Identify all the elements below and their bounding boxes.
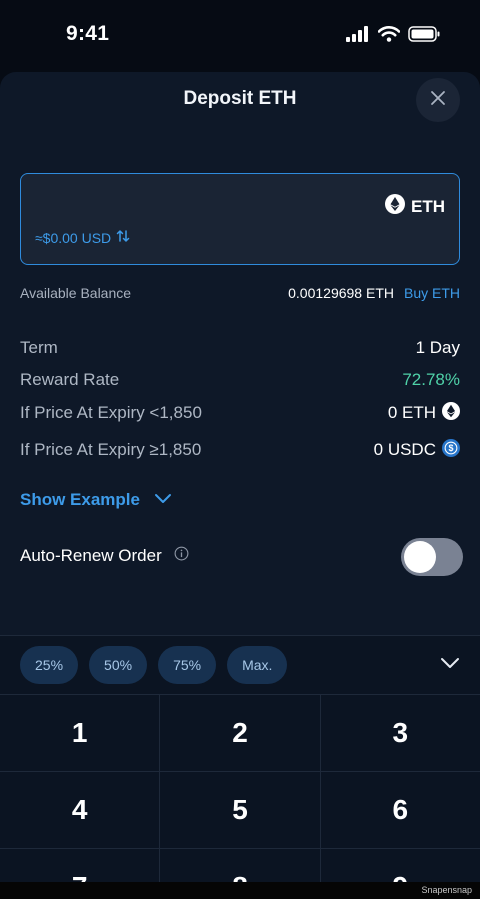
term-value: 1 Day: [415, 338, 460, 357]
battery-icon: [408, 26, 440, 47]
expiry-above-row: If Price At Expiry ≥1,850 0 USDC $: [20, 438, 460, 462]
key-6[interactable]: 6: [321, 772, 480, 848]
close-icon: [430, 90, 446, 111]
asset-label: ETH: [411, 196, 445, 216]
asset-chip: ETH: [385, 194, 445, 219]
auto-renew-switch[interactable]: [401, 538, 463, 576]
max-button[interactable]: Max.: [227, 646, 288, 684]
buy-eth-link[interactable]: Buy ETH: [404, 285, 460, 301]
term-label: Term: [20, 338, 58, 357]
percent-25-button[interactable]: 25%: [20, 646, 79, 684]
key-4[interactable]: 4: [0, 772, 161, 848]
watermark: Snapensnap: [421, 885, 472, 895]
reward-rate-row: Reward Rate 72.78%: [20, 368, 460, 392]
term-row: Term 1 Day: [20, 336, 460, 360]
auto-renew-row: Auto-Renew Order: [20, 538, 463, 576]
key-1[interactable]: 1: [0, 695, 161, 771]
switch-knob: [404, 541, 436, 573]
percent-75-button[interactable]: 75%: [158, 646, 217, 684]
keypad-row: 4 5 6: [0, 772, 480, 849]
info-icon[interactable]: [174, 546, 189, 566]
key-3[interactable]: 3: [321, 695, 480, 771]
percent-buttons: 25% 50% 75% Max.: [20, 646, 288, 684]
balance-label: Available Balance: [20, 285, 132, 301]
usdc-icon: $: [442, 438, 460, 462]
ethereum-icon: [442, 401, 460, 425]
wifi-icon: [377, 26, 401, 47]
signal-icon: [346, 26, 370, 47]
auto-renew-label: Auto-Renew Order: [20, 546, 162, 565]
status-bar: 9:41: [0, 0, 480, 72]
amount-input[interactable]: ETH ≈$0.00 USD: [20, 173, 460, 265]
collapse-keypad-button[interactable]: [438, 654, 462, 676]
key-2[interactable]: 2: [160, 695, 321, 771]
keypad-row: 1 2 3: [0, 695, 480, 772]
expiry-above-value: 0 USDC: [373, 440, 436, 459]
expiry-above-label: If Price At Expiry ≥1,850: [20, 440, 202, 459]
percent-50-button[interactable]: 50%: [89, 646, 148, 684]
watermark-bar: Snapensnap: [0, 882, 480, 899]
sheet-title: Deposit ETH: [183, 88, 297, 109]
expiry-below-label: If Price At Expiry <1,850: [20, 403, 202, 422]
svg-text:$: $: [448, 443, 453, 453]
status-time: 9:41: [66, 22, 110, 45]
chevron-down-icon: [154, 490, 172, 510]
chevron-down-icon: [440, 656, 460, 674]
expiry-below-value: 0 ETH: [387, 403, 436, 422]
show-example-toggle[interactable]: Show Example: [20, 490, 172, 510]
expiry-below-row: If Price At Expiry <1,850 0 ETH: [20, 401, 460, 425]
balance-value: 0.00129698 ETH: [288, 285, 394, 301]
status-icons: [346, 26, 440, 47]
balance-right: 0.00129698 ETH Buy ETH: [288, 285, 460, 301]
swap-arrows-icon[interactable]: [115, 228, 131, 247]
ethereum-icon: [385, 194, 405, 219]
numeric-keypad: 1 2 3 4 5 6 7 8 9: [0, 694, 480, 899]
reward-rate-label: Reward Rate: [20, 370, 120, 389]
expiry-above-value-wrap: 0 USDC $: [373, 438, 460, 462]
usd-equivalent: ≈$0.00 USD: [35, 229, 112, 246]
keypad-area: 25% 50% 75% Max. 1 2 3 4 5 6: [0, 635, 480, 899]
key-5[interactable]: 5: [160, 772, 321, 848]
close-button[interactable]: [416, 78, 460, 122]
show-example-label: Show Example: [20, 490, 140, 509]
reward-rate-value: 72.78%: [402, 370, 460, 389]
expiry-below-value-wrap: 0 ETH: [387, 401, 460, 425]
balance-row: Available Balance 0.00129698 ETH Buy ETH: [20, 285, 460, 305]
auto-renew-label-wrap: Auto-Renew Order: [20, 546, 189, 566]
deposit-sheet: Deposit ETH ETH ≈$0.00 USD Available Bal…: [0, 72, 480, 899]
usd-equivalent-row[interactable]: ≈$0.00 USD: [35, 228, 131, 247]
